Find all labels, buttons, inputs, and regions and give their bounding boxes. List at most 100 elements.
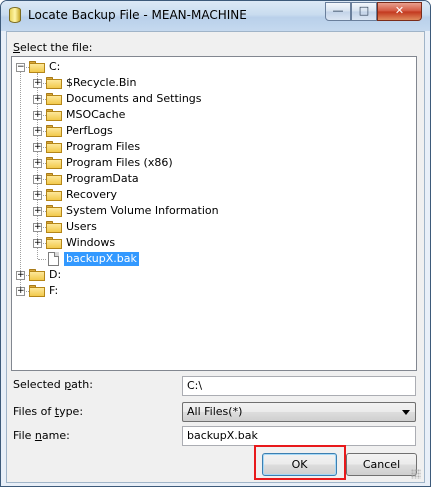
folder-body	[46, 79, 62, 89]
select-file-label-accel: S	[13, 41, 20, 54]
select-file-label: Select the file:	[13, 41, 92, 54]
tree-item[interactable]: + System Volume Information	[12, 203, 412, 219]
folder-icon	[46, 125, 62, 137]
selected-path-field[interactable]: C:\	[182, 376, 416, 396]
expand-icon[interactable]: +	[33, 223, 42, 232]
resize-grip[interactable]	[411, 469, 421, 479]
tree-item[interactable]: + Recovery	[12, 187, 412, 203]
tree-item[interactable]: backupX.bak	[12, 251, 412, 267]
tree-item[interactable]: + MSOCache	[12, 107, 412, 123]
expand-icon[interactable]: +	[33, 143, 42, 152]
folder-icon	[29, 285, 45, 297]
window-title: Locate Backup File - MEAN-MACHINE	[28, 8, 247, 22]
tree-item[interactable]: + Users	[12, 219, 412, 235]
locate-backup-file-dialog: Locate Backup File - MEAN-MACHINE — □ ✕ …	[0, 0, 431, 487]
expand-icon[interactable]: +	[33, 207, 42, 216]
collapse-icon[interactable]: −	[16, 63, 25, 72]
files-of-type-dropdown[interactable]: All Files(*)	[182, 402, 416, 422]
expand-icon[interactable]: +	[33, 111, 42, 120]
tree-item-label: Program Files	[66, 140, 141, 153]
tree-item-label: $Recycle.Bin	[66, 76, 137, 89]
expand-icon[interactable]: +	[33, 159, 42, 168]
selected-path-label-b: ath:	[71, 378, 93, 391]
database-icon	[9, 7, 21, 23]
files-of-type-label-a: Files of	[13, 405, 55, 418]
cancel-button[interactable]: Cancel	[346, 453, 417, 476]
tree-item-label: ProgramData	[66, 172, 139, 185]
tree-item-label: F:	[49, 284, 59, 297]
select-file-label-text: elect the file:	[19, 41, 93, 54]
folder-icon	[46, 173, 62, 185]
maximize-button[interactable]: □	[351, 2, 377, 21]
folder-icon	[46, 77, 62, 89]
file-name-label: File name:	[13, 429, 70, 442]
tree-item-label: Documents and Settings	[66, 92, 202, 105]
title-bar[interactable]: Locate Backup File - MEAN-MACHINE — □ ✕	[1, 1, 430, 31]
selected-path-label-a: Selected	[13, 378, 65, 391]
tree-drive-c[interactable]: − C:	[12, 59, 412, 75]
folder-body	[46, 207, 62, 217]
expand-icon[interactable]: +	[16, 287, 25, 296]
tree-item[interactable]: + Windows	[12, 235, 412, 251]
file-name-label-a: File	[13, 429, 35, 442]
tree-item[interactable]: + Documents and Settings	[12, 91, 412, 107]
tree-item-label: PerfLogs	[66, 124, 113, 137]
ok-button[interactable]: OK	[262, 453, 337, 476]
folder-icon	[29, 61, 45, 73]
tree-item-label: D:	[49, 268, 62, 281]
expand-icon[interactable]: +	[33, 79, 42, 88]
tree-item[interactable]: + $Recycle.Bin	[12, 75, 412, 91]
tree-item-label: System Volume Information	[66, 204, 219, 217]
expand-icon[interactable]: +	[33, 175, 42, 184]
tree-item-label: MSOCache	[66, 108, 126, 121]
tree-drive-f[interactable]: + F:	[12, 283, 412, 299]
chevron-down-icon	[402, 410, 410, 415]
folder-icon	[46, 221, 62, 233]
expand-icon[interactable]: +	[33, 95, 42, 104]
tree-item-label: Recovery	[66, 188, 118, 201]
selected-path-label: Selected path:	[13, 378, 93, 391]
folder-icon	[46, 205, 62, 217]
minimize-button[interactable]: —	[325, 2, 351, 21]
tree-item[interactable]: + Program Files (x86)	[12, 155, 412, 171]
expand-icon[interactable]: +	[16, 271, 25, 280]
tree-item-label: Users	[66, 220, 97, 233]
folder-icon	[46, 93, 62, 105]
folder-body	[46, 223, 62, 233]
folder-body	[46, 111, 62, 121]
expand-icon[interactable]: +	[33, 127, 42, 136]
folder-body	[46, 239, 62, 249]
folder-icon	[46, 189, 62, 201]
expand-icon[interactable]: +	[33, 239, 42, 248]
tree-item-label: backupX.bak	[64, 252, 139, 266]
folder-icon	[29, 269, 45, 281]
folder-body	[29, 287, 45, 297]
folder-icon	[46, 157, 62, 169]
tree-item-label: C:	[49, 60, 61, 73]
tree-item[interactable]: + ProgramData	[12, 171, 412, 187]
folder-body	[46, 175, 62, 185]
folder-body	[46, 95, 62, 105]
files-of-type-value: All Files(*)	[187, 405, 243, 418]
folder-icon	[46, 141, 62, 153]
folder-body	[46, 143, 62, 153]
file-name-field[interactable]: backupX.bak	[182, 426, 416, 446]
folder-body	[46, 159, 62, 169]
files-of-type-label: Files of type:	[13, 405, 83, 418]
file-icon	[48, 252, 59, 266]
tree-drive-d[interactable]: + D:	[12, 267, 412, 283]
dialog-body: Select the file: − C: + $Recycle.Bin + Docume…	[6, 31, 425, 483]
close-button[interactable]: ✕	[377, 2, 422, 21]
file-tree[interactable]: − C: + $Recycle.Bin + Documents and Settings +…	[11, 56, 417, 371]
tree-connector	[38, 259, 46, 260]
tree-item-label: Program Files (x86)	[66, 156, 173, 169]
tree-item[interactable]: + PerfLogs	[12, 123, 412, 139]
expand-icon[interactable]: +	[33, 191, 42, 200]
folder-icon	[46, 237, 62, 249]
folder-body	[46, 191, 62, 201]
folder-icon	[46, 109, 62, 121]
folder-body	[29, 63, 45, 73]
files-of-type-label-b: ype:	[59, 405, 84, 418]
tree-item[interactable]: + Program Files	[12, 139, 412, 155]
tree-item-label: Windows	[66, 236, 116, 249]
